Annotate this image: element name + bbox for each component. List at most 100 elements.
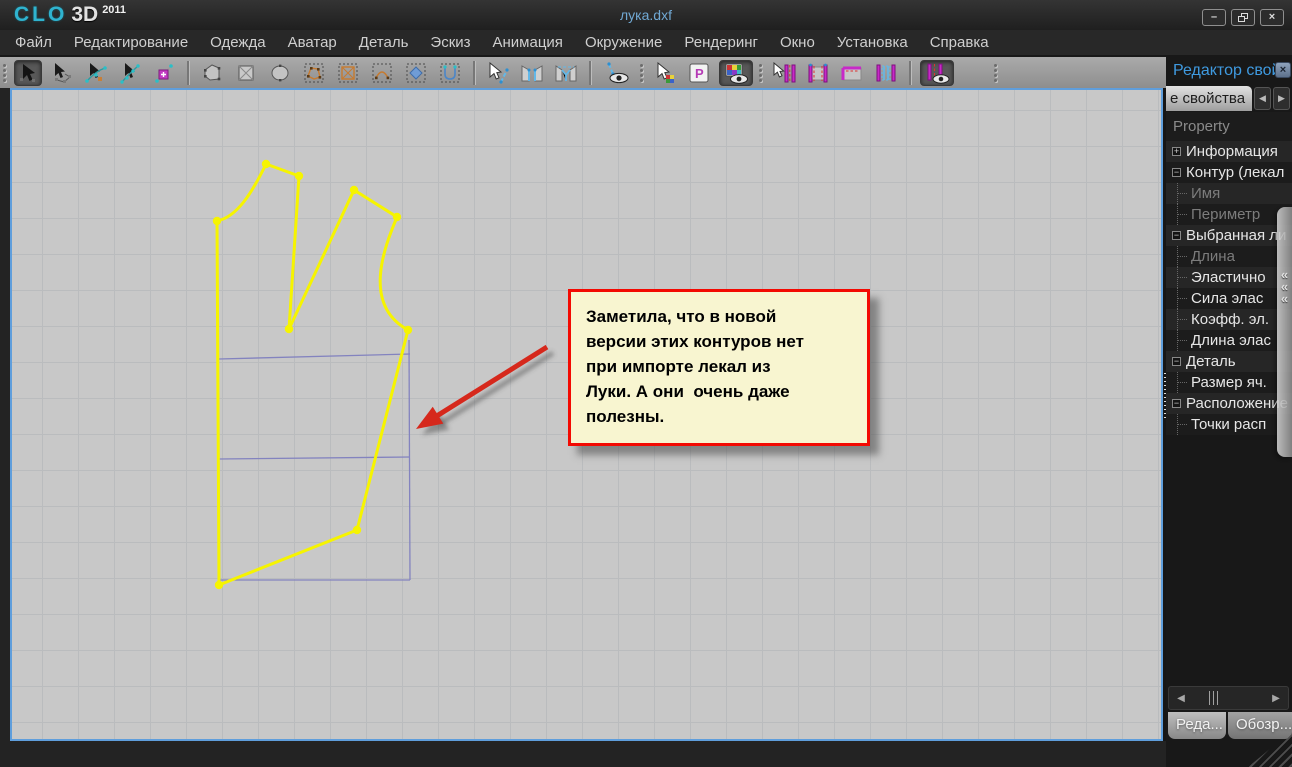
toolbar-separator bbox=[187, 60, 189, 85]
toolbar-separator bbox=[589, 60, 591, 85]
chevron-right-icon: ▶ bbox=[1278, 93, 1285, 103]
flyout-handle[interactable]: « « « bbox=[1277, 207, 1292, 457]
polygon-tool[interactable] bbox=[198, 60, 226, 86]
transform-pattern-tool[interactable] bbox=[48, 60, 76, 86]
tab-scroll-left-button[interactable]: ◀ bbox=[1254, 87, 1271, 110]
select-texture-tool[interactable] bbox=[651, 60, 679, 86]
tab-properties[interactable]: е свойства bbox=[1166, 86, 1252, 111]
ellipse-tool[interactable] bbox=[266, 60, 294, 86]
collapse-icon[interactable]: − bbox=[1172, 231, 1181, 240]
tree-row-label: Точки расп bbox=[1191, 416, 1267, 433]
tree-row-10[interactable]: − Деталь bbox=[1166, 351, 1292, 372]
collapse-icon[interactable]: − bbox=[1172, 399, 1181, 408]
tree-row-4[interactable]: − Выбранная ли bbox=[1166, 225, 1292, 246]
tree-row-8[interactable]: Коэфф. эл. bbox=[1166, 309, 1292, 330]
free-seam-tool[interactable] bbox=[804, 60, 832, 86]
edit-curve-point-tool[interactable] bbox=[116, 60, 144, 86]
add-point-tool[interactable] bbox=[150, 60, 178, 86]
tree-row-0[interactable]: + Информация bbox=[1166, 141, 1292, 162]
annotation-note: Заметила, что в новой версии этих контур… bbox=[568, 289, 870, 446]
tab-editor[interactable]: Реда... bbox=[1168, 712, 1226, 739]
internal-curve-tool[interactable] bbox=[436, 60, 464, 86]
rectangle-seam-tool[interactable] bbox=[838, 60, 866, 86]
menu-item-6[interactable]: Анимация bbox=[482, 30, 574, 55]
scrollbar-grip-icon[interactable] bbox=[1209, 691, 1218, 705]
expand-icon[interactable]: + bbox=[1172, 147, 1181, 156]
property-column-header: Property bbox=[1166, 112, 1292, 141]
collapse-icon[interactable]: − bbox=[1172, 357, 1181, 366]
show-dart-toggle[interactable] bbox=[600, 60, 634, 86]
tree-row-3[interactable]: Периметр bbox=[1166, 204, 1292, 225]
menu-item-0[interactable]: Файл bbox=[4, 30, 63, 55]
pleat-tool[interactable] bbox=[518, 60, 546, 86]
show-seam-eye-icon bbox=[927, 63, 950, 84]
multi-seam-tool[interactable] bbox=[872, 60, 900, 86]
menu-item-7[interactable]: Окружение bbox=[574, 30, 673, 55]
tree-guide bbox=[1178, 382, 1187, 383]
tree-row-1[interactable]: − Контур (лекал bbox=[1166, 162, 1292, 183]
title-bar: CLO 3D 2011 лука.dxf – × bbox=[0, 0, 1292, 30]
restore-icon bbox=[1238, 13, 1248, 22]
select-dart-tool[interactable] bbox=[484, 60, 512, 86]
close-button[interactable]: × bbox=[1260, 9, 1284, 26]
menu-item-2[interactable]: Одежда bbox=[199, 30, 276, 55]
select-tool[interactable] bbox=[14, 59, 42, 86]
menu-item-11[interactable]: Справка bbox=[919, 30, 1000, 55]
scroll-right-button[interactable]: ▶ bbox=[1266, 687, 1286, 709]
toolbar-grip[interactable] bbox=[640, 62, 645, 84]
pattern-label-tool[interactable]: P bbox=[685, 60, 713, 86]
tree-guide bbox=[1178, 277, 1187, 278]
show-texture-toggle[interactable] bbox=[719, 59, 753, 86]
tree-row-6[interactable]: Эластично bbox=[1166, 267, 1292, 288]
show-seam-toggle[interactable] bbox=[920, 59, 954, 86]
tree-row-7[interactable]: Сила элас bbox=[1166, 288, 1292, 309]
edit-curve-tool[interactable] bbox=[82, 60, 110, 86]
rectangle-tool[interactable] bbox=[232, 60, 260, 86]
menu-item-4[interactable]: Деталь bbox=[348, 30, 420, 55]
scroll-left-button[interactable]: ◀ bbox=[1171, 687, 1191, 709]
pattern-2d-canvas[interactable]: Заметила, что в новой версии этих контур… bbox=[10, 88, 1163, 741]
toolbar-grip[interactable] bbox=[994, 62, 999, 84]
pleat-icon bbox=[521, 64, 543, 81]
tree-row-label: Длина bbox=[1191, 248, 1235, 265]
pleat-fold-tool[interactable] bbox=[552, 60, 580, 86]
select-seam-tool[interactable] bbox=[770, 60, 798, 86]
menu-item-1[interactable]: Редактирование bbox=[63, 30, 199, 55]
tree-row-12[interactable]: − Расположение bbox=[1166, 393, 1292, 414]
svg-text:P: P bbox=[695, 66, 704, 81]
panel-tab-row: е свойства ◀ ▶ bbox=[1166, 84, 1292, 112]
menu-bar: Файл Редактирование Одежда Аватар Деталь Эски… bbox=[0, 30, 1292, 55]
menu-item-5[interactable]: Эскиз bbox=[419, 30, 481, 55]
internal-diamond-tool[interactable] bbox=[402, 60, 430, 86]
close-icon: × bbox=[1279, 64, 1287, 76]
internal-polygon-tool[interactable] bbox=[300, 60, 328, 86]
property-editor-panel: Редактор свойс × е свойства ◀ ▶ Property… bbox=[1166, 57, 1292, 767]
tree-row-5[interactable]: Длина bbox=[1166, 246, 1292, 267]
toolbar-grip[interactable] bbox=[3, 62, 8, 84]
horizontal-scrollbar[interactable]: ◀ ▶ bbox=[1168, 686, 1289, 710]
menu-item-10[interactable]: Установка bbox=[826, 30, 919, 55]
multi-seam-icon bbox=[876, 64, 896, 81]
internal-rectangle-tool[interactable] bbox=[334, 60, 362, 86]
menu-item-8[interactable]: Рендеринг bbox=[673, 30, 769, 55]
tree-row-9[interactable]: Длина элас bbox=[1166, 330, 1292, 351]
menu-item-9[interactable]: Окно bbox=[769, 30, 826, 55]
close-icon: × bbox=[1268, 11, 1276, 23]
tree-row-11[interactable]: Размер яч. bbox=[1166, 372, 1292, 393]
internal-diamond-icon bbox=[406, 63, 426, 82]
show-texture-eye-icon bbox=[725, 63, 748, 84]
panel-close-button[interactable]: × bbox=[1275, 62, 1291, 78]
triangle-left-icon: ◀ bbox=[1177, 692, 1185, 704]
minimize-button[interactable]: – bbox=[1202, 9, 1226, 26]
internal-arc-tool[interactable] bbox=[368, 60, 396, 86]
menu-item-3[interactable]: Аватар bbox=[277, 30, 348, 55]
tree-guide bbox=[1178, 298, 1187, 299]
tab-scroll-right-button[interactable]: ▶ bbox=[1273, 87, 1290, 110]
collapse-icon[interactable]: − bbox=[1172, 168, 1181, 177]
chevron-left-icon: ◀ bbox=[1259, 93, 1266, 103]
tab-browser[interactable]: Обозр... bbox=[1228, 712, 1292, 739]
restore-button[interactable] bbox=[1231, 9, 1255, 26]
tree-row-2[interactable]: Имя bbox=[1166, 183, 1292, 204]
toolbar-grip[interactable] bbox=[759, 62, 764, 84]
tree-row-13[interactable]: Точки расп bbox=[1166, 414, 1292, 435]
